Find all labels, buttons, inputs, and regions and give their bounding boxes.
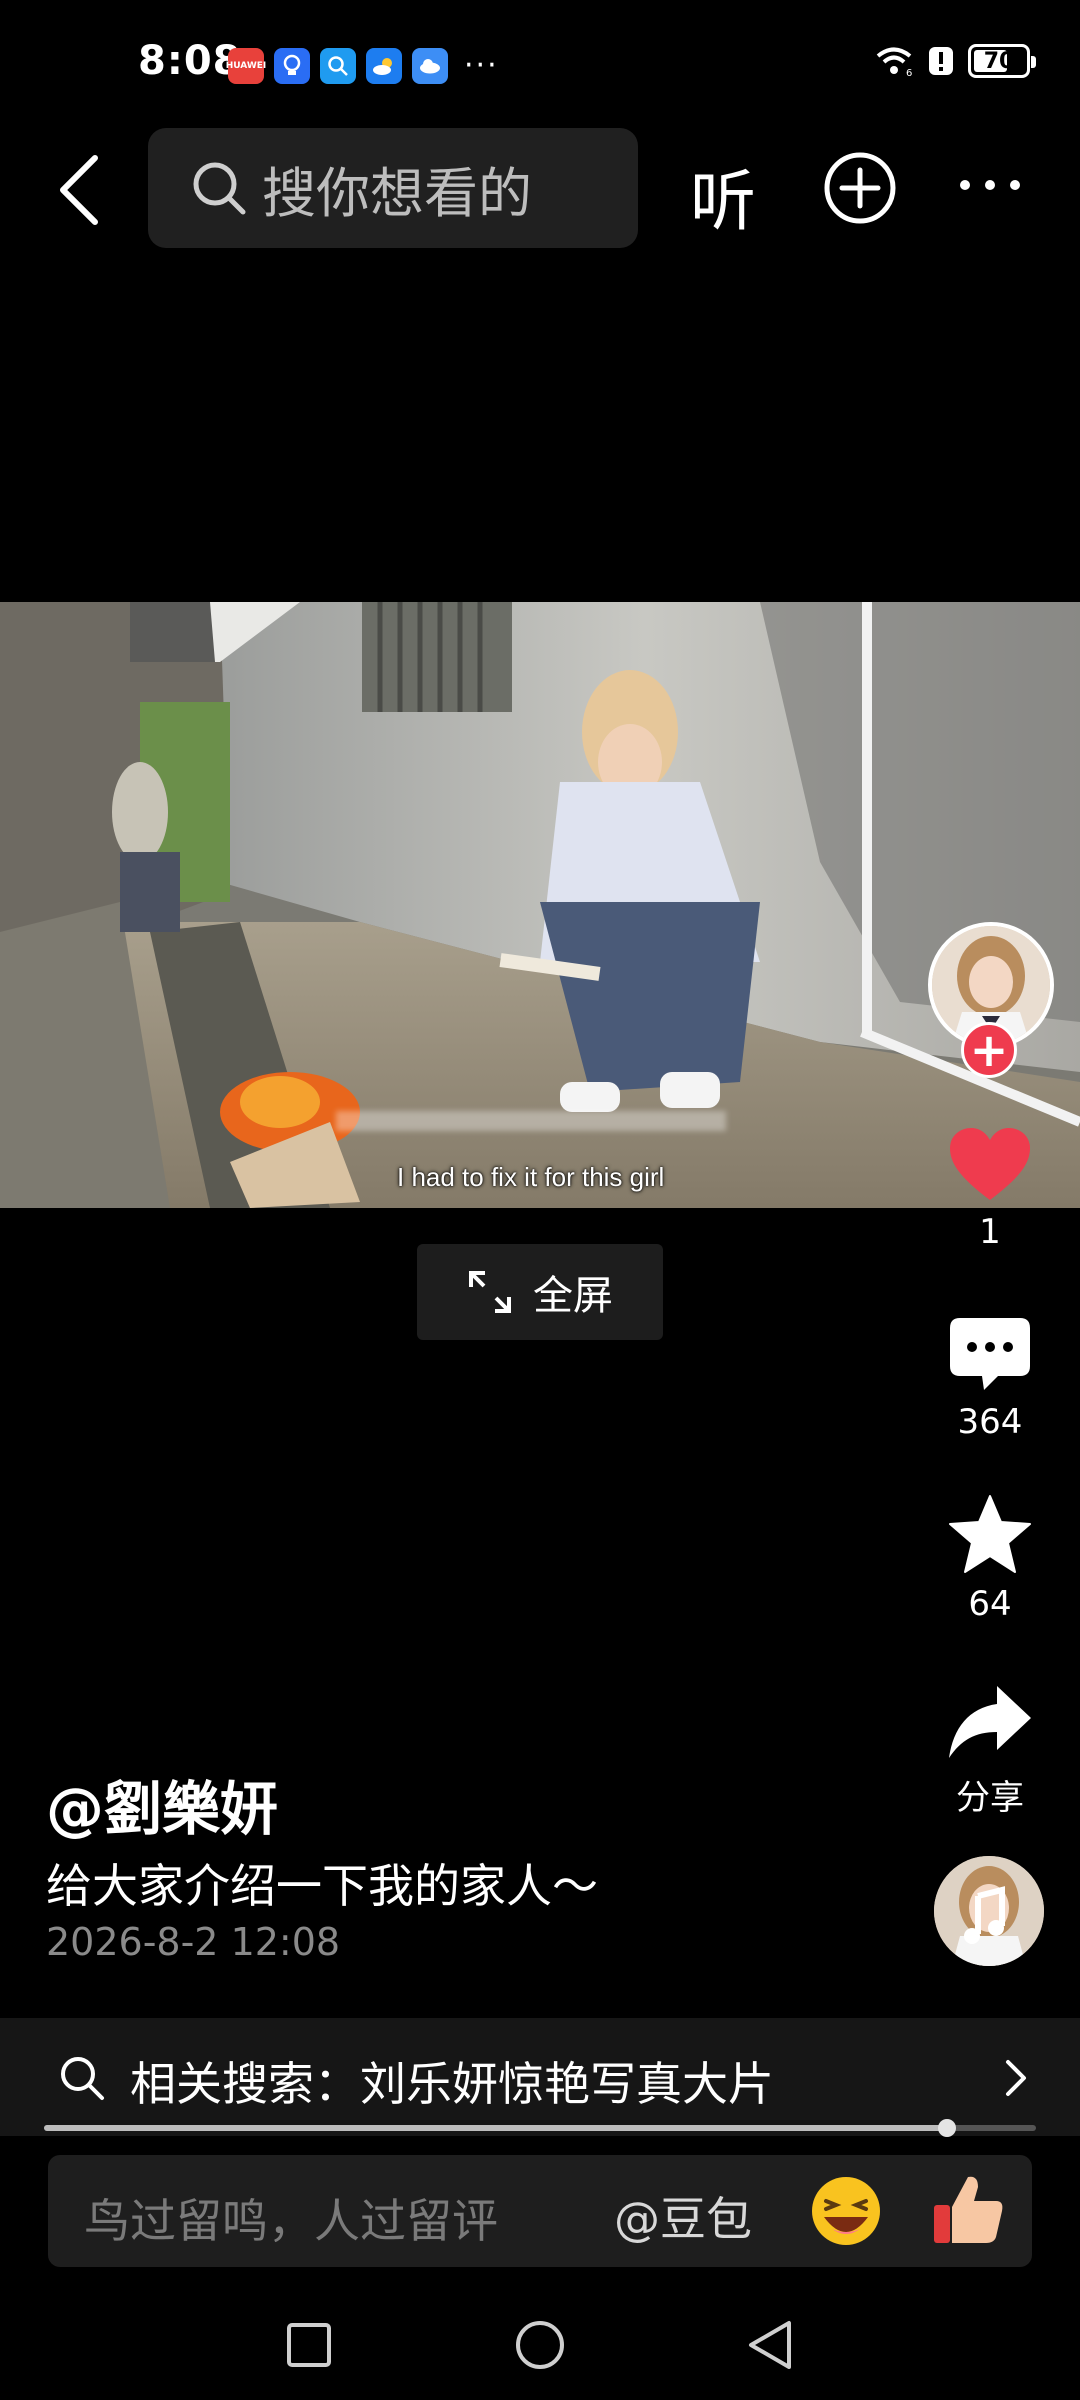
search-app-icon (320, 48, 356, 84)
like-count: 1 (979, 1212, 1001, 1252)
expand-icon (469, 1271, 511, 1313)
emoji-button[interactable] (808, 2173, 884, 2249)
weather-app-icon (366, 48, 402, 84)
video-subtitle: I had to fix it for this girl (397, 1162, 665, 1192)
lightbulb-app-icon (274, 48, 310, 84)
chevron-left-icon (60, 155, 98, 225)
system-nav-bar (0, 2280, 1080, 2400)
top-bar: 搜你想看的 听 (0, 128, 1080, 250)
fullscreen-label: 全屏 (533, 1273, 613, 1319)
square-icon (287, 2323, 331, 2367)
search-input[interactable]: 搜你想看的 (148, 128, 638, 248)
share-label: 分享 (956, 1778, 1024, 1818)
comment-placeholder: 鸟过留鸣，人过留评 (84, 2194, 498, 2248)
heart-icon (950, 1128, 1030, 1200)
like-button[interactable]: 1 (920, 1126, 1060, 1252)
search-icon (61, 2057, 104, 2100)
status-app-icons: HUAWEI ··· (226, 48, 499, 84)
battery-indicator: 70 (968, 44, 1036, 78)
thumbs-up-icon (934, 2176, 1003, 2243)
post-date: 2026-8-2 12:08 (46, 1920, 341, 1964)
mention-doubao-button[interactable]: @豆包 (614, 2183, 752, 2249)
favorite-button[interactable]: 64 (920, 1494, 1060, 1624)
search-placeholder: 搜你想看的 (262, 161, 532, 225)
comment-input[interactable]: 鸟过留鸣，人过留评 @豆包 (48, 2155, 1032, 2267)
more-options-button[interactable] (955, 150, 1025, 220)
video-progress-knob[interactable] (937, 2119, 956, 2137)
comment-bubble-icon (950, 1318, 1030, 1390)
thumbs-up-button[interactable] (928, 2169, 1008, 2249)
alert-icon (929, 47, 953, 75)
recent-apps-button[interactable] (274, 2310, 344, 2380)
favorite-count: 64 (968, 1584, 1012, 1624)
subtitle-blurred-line (336, 1111, 726, 1131)
author-name[interactable]: @劉樂妍 (46, 1762, 278, 1846)
status-bar: 8:08 HUAWEI ··· 6 70 (0, 0, 1080, 130)
music-disc-image (934, 1856, 1044, 1966)
music-disc[interactable] (934, 1856, 1044, 1966)
battery-level: 70 (983, 48, 1015, 74)
more-dots-icon (960, 180, 1020, 190)
video-progress-fill (44, 2125, 947, 2131)
plus-circle-icon (824, 152, 896, 224)
related-search-bar[interactable]: 相关搜索：刘乐妍惊艳写真大片 (0, 2018, 1080, 2136)
video-player[interactable]: I had to fix it for this girl (0, 602, 1080, 1208)
comment-button[interactable]: 364 (920, 1316, 1060, 1442)
circle-icon (516, 2321, 564, 2369)
related-search-label: 相关搜索：刘乐妍惊艳写真大片 (130, 2057, 774, 2111)
wifi-icon: 6 (876, 47, 912, 77)
add-button[interactable] (822, 150, 898, 230)
share-button[interactable]: 分享 (920, 1684, 1060, 1819)
comment-count: 364 (957, 1402, 1023, 1442)
fullscreen-button[interactable]: 全屏 (417, 1244, 663, 1340)
search-icon (193, 162, 246, 215)
more-notifications-indicator: ··· (464, 48, 499, 83)
system-back-button[interactable] (735, 2310, 805, 2380)
home-button[interactable] (505, 2310, 575, 2380)
follow-button[interactable]: + (961, 1022, 1017, 1078)
svg-text:6: 6 (906, 68, 912, 77)
listen-button[interactable]: 听 (690, 148, 756, 244)
back-button[interactable] (44, 150, 114, 230)
status-right: 6 70 (874, 44, 1036, 78)
laughing-emoji-icon (812, 2177, 880, 2245)
triangle-back-icon (749, 2321, 791, 2369)
star-icon (949, 1495, 1031, 1573)
share-arrow-icon (949, 1686, 1031, 1758)
cloud-app-icon (412, 48, 448, 84)
post-description: 给大家介绍一下我的家人～ (46, 1859, 598, 1913)
video-progress-bar[interactable] (44, 2119, 1036, 2137)
huawei-icon: HUAWEI (226, 48, 266, 84)
chevron-right-icon (1006, 2060, 1026, 2096)
